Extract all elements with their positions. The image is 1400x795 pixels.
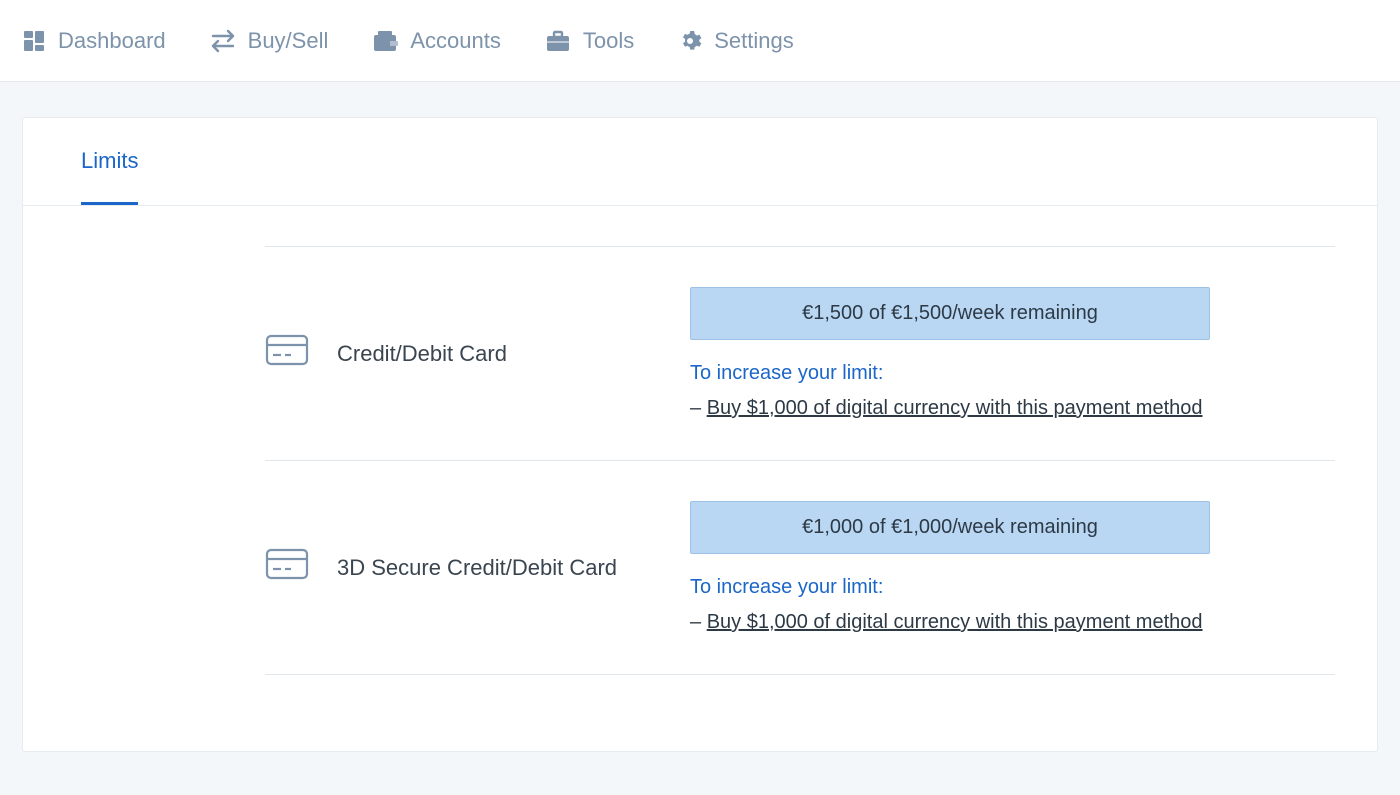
dashboard-icon: [22, 29, 46, 53]
swap-icon: [210, 29, 236, 53]
nav-dashboard[interactable]: Dashboard: [22, 28, 166, 54]
nav-accounts[interactable]: Accounts: [372, 28, 501, 54]
increase-line: – Buy $1,000 of digital currency with th…: [690, 397, 1210, 420]
nav-buy-sell[interactable]: Buy/Sell: [210, 28, 329, 54]
dash: –: [690, 397, 707, 419]
tab-limits[interactable]: Limits: [81, 118, 138, 205]
gear-icon: [678, 29, 702, 53]
tab-bar: Limits: [23, 118, 1377, 206]
wallet-icon: [372, 29, 398, 53]
nav-settings-label: Settings: [714, 28, 794, 54]
nav-settings[interactable]: Settings: [678, 28, 794, 54]
limits-panel: Limits Credit/Debit Card €1,500 of €1,50…: [22, 117, 1378, 752]
nav-tools[interactable]: Tools: [545, 28, 634, 54]
limits-body: Credit/Debit Card €1,500 of €1,500/week …: [23, 246, 1377, 715]
top-nav: Dashboard Buy/Sell Accounts: [0, 0, 1400, 82]
increase-action-link[interactable]: Buy $1,000 of digital currency with this…: [707, 397, 1203, 419]
increase-heading: To increase your limit:: [690, 362, 1210, 385]
payment-method: 3D Secure Credit/Debit Card: [265, 548, 690, 587]
payment-method-label: Credit/Debit Card: [337, 341, 507, 367]
nav-buy-sell-label: Buy/Sell: [248, 28, 329, 54]
increase-heading: To increase your limit:: [690, 576, 1210, 599]
limit-details: €1,500 of €1,500/week remaining To incre…: [690, 287, 1210, 420]
limit-details: €1,000 of €1,000/week remaining To incre…: [690, 501, 1210, 634]
credit-card-icon: [265, 334, 309, 373]
credit-card-icon: [265, 548, 309, 587]
payment-method: Credit/Debit Card: [265, 334, 690, 373]
increase-action-link[interactable]: Buy $1,000 of digital currency with this…: [707, 611, 1203, 633]
payment-method-label: 3D Secure Credit/Debit Card: [337, 555, 617, 581]
nav-accounts-label: Accounts: [410, 28, 501, 54]
remaining-pill: €1,000 of €1,000/week remaining: [690, 501, 1210, 554]
nav-dashboard-label: Dashboard: [58, 28, 166, 54]
briefcase-icon: [545, 29, 571, 53]
limit-row: 3D Secure Credit/Debit Card €1,000 of €1…: [265, 461, 1335, 675]
increase-line: – Buy $1,000 of digital currency with th…: [690, 611, 1210, 634]
dash: –: [690, 611, 707, 633]
nav-tools-label: Tools: [583, 28, 634, 54]
remaining-pill: €1,500 of €1,500/week remaining: [690, 287, 1210, 340]
limit-row: Credit/Debit Card €1,500 of €1,500/week …: [265, 247, 1335, 461]
